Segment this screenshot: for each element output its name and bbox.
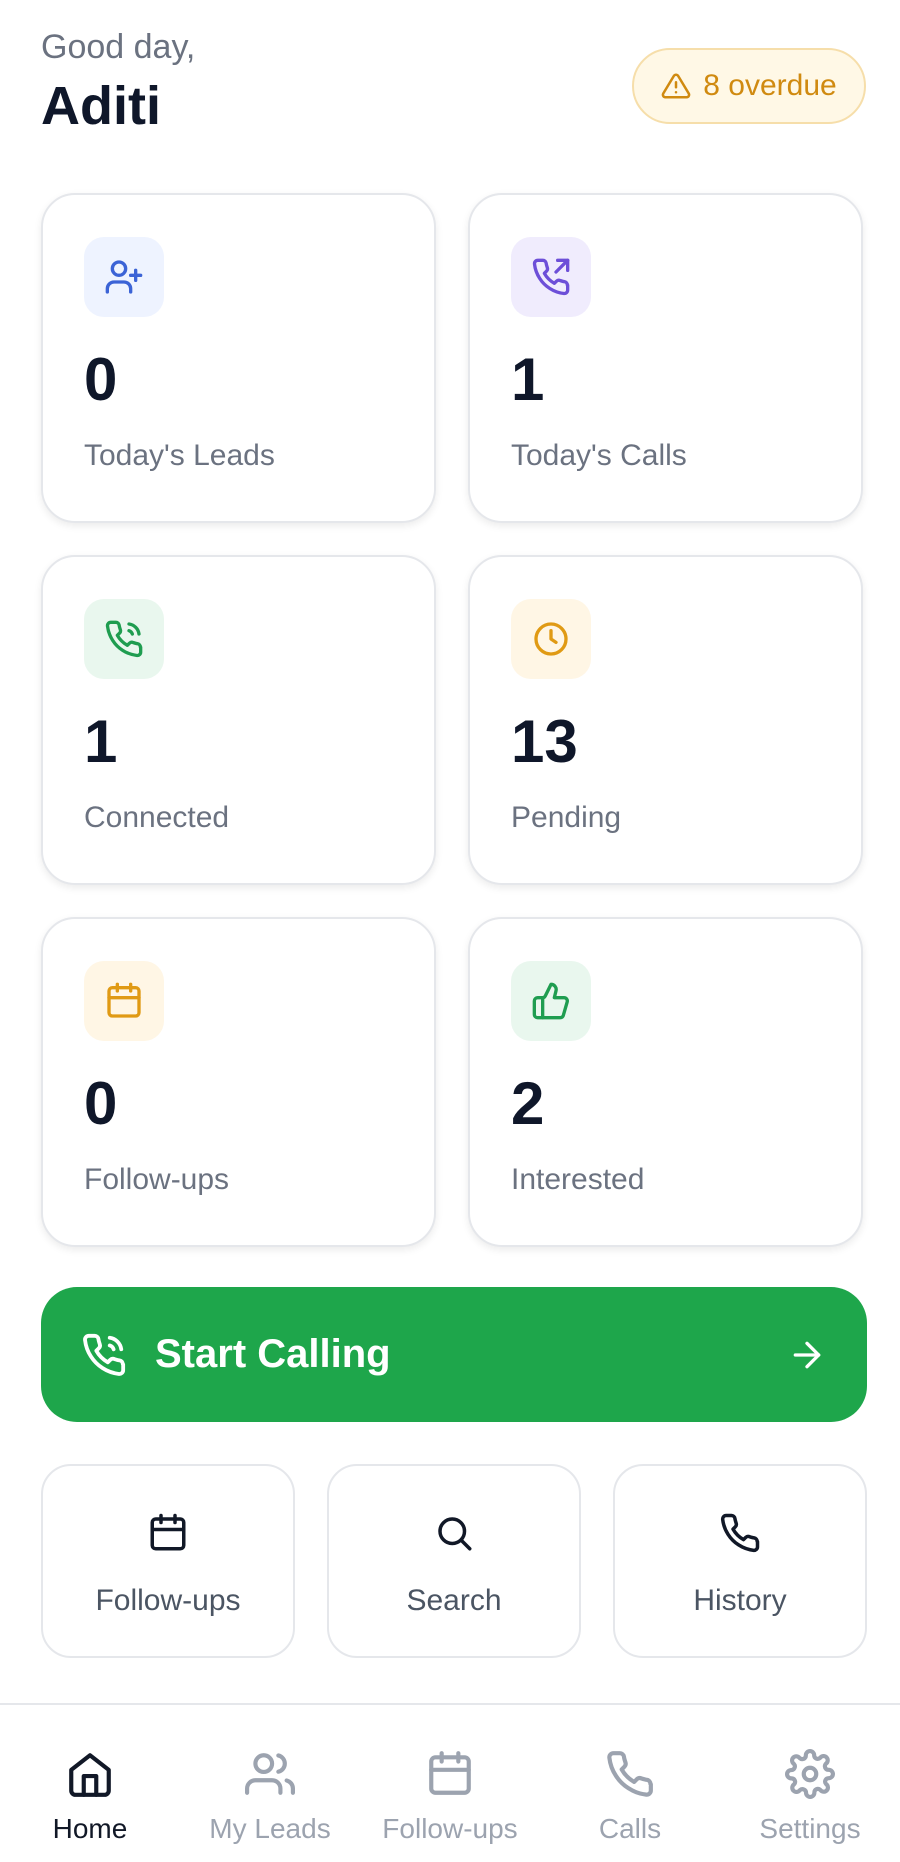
stat-value: 0 xyxy=(84,1070,118,1137)
phone-outgoing-icon xyxy=(532,258,570,296)
nav-label: Calls xyxy=(598,1813,662,1844)
phone-ringing-icon xyxy=(83,1333,126,1376)
start-calling-button[interactable]: Start Calling xyxy=(41,1287,867,1422)
nav-label: Settings xyxy=(759,1813,861,1844)
nav-item-settings[interactable]: Settings xyxy=(720,1705,900,1862)
stat-value: 1 xyxy=(511,346,545,413)
calendar-icon xyxy=(429,1751,471,1795)
stat-value: 0 xyxy=(84,346,118,413)
nav-item-follow-ups[interactable]: Follow-ups xyxy=(360,1705,540,1862)
phone-connected-icon xyxy=(105,620,143,658)
quick-action-follow-ups[interactable]: Follow-ups xyxy=(41,1464,295,1658)
stat-label: Connected xyxy=(84,801,230,834)
stat-icon-box xyxy=(511,237,591,317)
stat-value: 13 xyxy=(511,708,578,775)
overdue-badge[interactable]: 8 overdue xyxy=(632,48,866,124)
stat-value: 1 xyxy=(84,708,118,775)
stat-label: Follow-ups xyxy=(84,1163,230,1196)
nav-item-my-leads[interactable]: My Leads xyxy=(180,1705,360,1862)
nav-item-calls[interactable]: Calls xyxy=(540,1705,720,1862)
stat-card-follow-ups[interactable]: 0 Follow-ups xyxy=(41,917,436,1247)
quick-action-label: History xyxy=(693,1584,787,1617)
search-icon xyxy=(438,1517,472,1551)
stat-icon-box xyxy=(84,237,164,317)
app-root: Good day, Aditi 8 overdue 0 Today's Lead… xyxy=(0,0,900,1862)
quick-action-label: Follow-ups xyxy=(95,1584,241,1617)
stat-label: Interested xyxy=(511,1163,645,1196)
stats-grid: 0 Today's Leads 1 Today's Calls 1 Connec xyxy=(41,193,863,1247)
stat-icon-box xyxy=(511,599,591,679)
clock-icon xyxy=(534,622,568,656)
arrow-right-icon xyxy=(793,1341,821,1368)
stat-icon-box xyxy=(511,961,591,1041)
phone-icon xyxy=(607,1751,653,1797)
quick-action-label: Search xyxy=(406,1584,502,1617)
calendar-icon xyxy=(150,1513,186,1551)
start-calling-label: Start Calling xyxy=(155,1332,391,1376)
home-icon xyxy=(69,1753,111,1797)
user-plus-icon xyxy=(105,260,143,294)
phone-icon xyxy=(720,1513,760,1553)
stat-icon-box xyxy=(84,599,164,679)
users-icon xyxy=(245,1753,295,1795)
stat-label: Today's Leads xyxy=(84,439,275,472)
overdue-badge-label: 8 overdue xyxy=(703,69,837,102)
stat-label: Pending xyxy=(511,801,622,834)
warning-icon xyxy=(661,73,691,99)
quick-actions: Follow-ups Search History xyxy=(41,1464,867,1658)
stat-card-todays-calls[interactable]: 1 Today's Calls xyxy=(468,193,863,523)
calendar-icon xyxy=(107,982,141,1018)
stat-card-connected[interactable]: 1 Connected xyxy=(41,555,436,885)
header: Good day, Aditi 8 overdue xyxy=(41,26,866,146)
nav-label: Follow-ups xyxy=(382,1813,518,1844)
nav-label: Home xyxy=(52,1813,128,1844)
bottom-nav: Home My Leads Follow-ups Calls Settings xyxy=(0,1703,900,1862)
nav-item-home[interactable]: Home xyxy=(0,1705,180,1862)
stat-label: Today's Calls xyxy=(511,439,687,472)
stat-card-interested[interactable]: 2 Interested xyxy=(468,917,863,1247)
stat-value: 2 xyxy=(511,1070,545,1137)
quick-action-search[interactable]: Search xyxy=(327,1464,581,1658)
thumbs-up-icon xyxy=(532,982,569,1020)
stat-card-pending[interactable]: 13 Pending xyxy=(468,555,863,885)
stat-icon-box xyxy=(84,961,164,1041)
stat-card-todays-leads[interactable]: 0 Today's Leads xyxy=(41,193,436,523)
quick-action-history[interactable]: History xyxy=(613,1464,867,1658)
nav-label: My Leads xyxy=(209,1813,331,1844)
gear-icon xyxy=(785,1749,835,1799)
